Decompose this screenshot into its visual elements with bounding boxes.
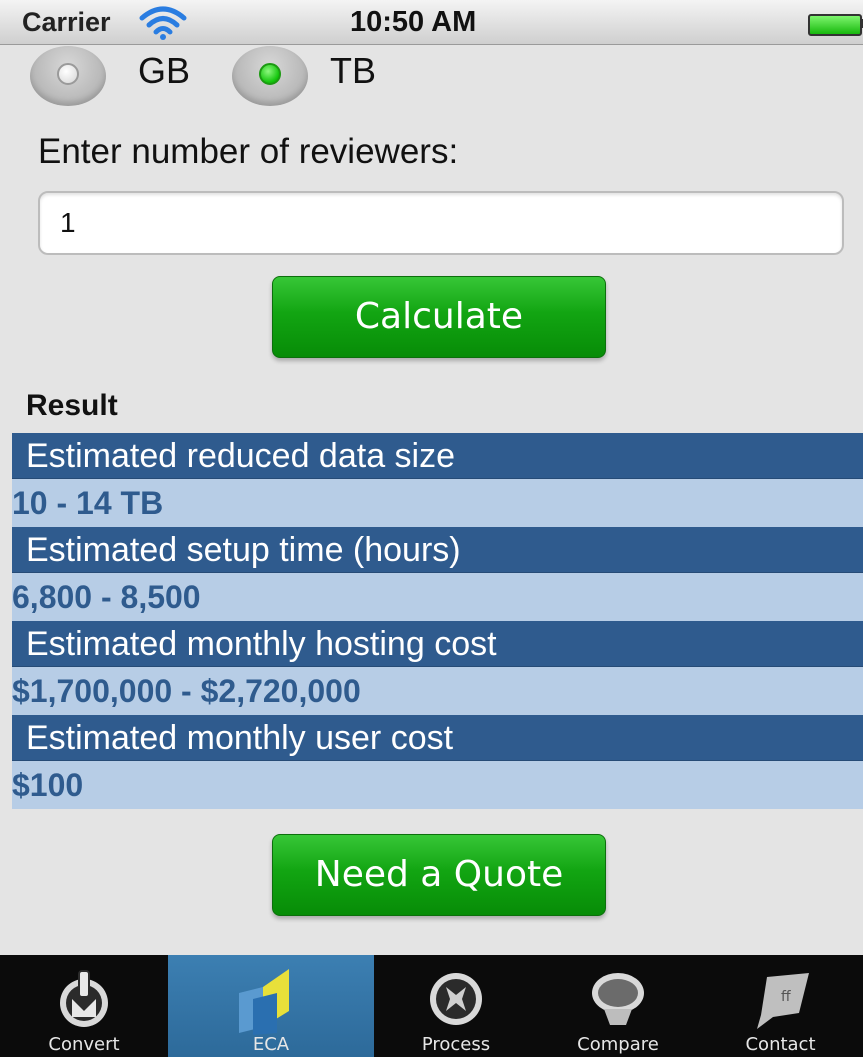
speech-bubble-icon: ff [756, 973, 809, 1029]
battery-icon [808, 14, 862, 36]
tab-label-eca: ECA [252, 1034, 290, 1055]
tab-contact[interactable]: ff Contact [698, 955, 863, 1057]
tab-compare[interactable]: Compare [538, 955, 698, 1057]
status-time: 10:50 AM [350, 6, 477, 38]
tab-label-process: Process [421, 1034, 491, 1055]
tab-label-convert: Convert [48, 1034, 120, 1055]
tab-convert[interactable]: Convert [0, 955, 168, 1057]
result-list: Estimated reduced data size 10 - 14 TB E… [12, 433, 863, 809]
svg-text:ff: ff [781, 989, 791, 1005]
tab-eca[interactable]: ECA [168, 955, 374, 1057]
status-bar: Carrier 10:50 AM [0, 0, 863, 45]
result-label-setup-time: Estimated setup time (hours) [12, 527, 863, 573]
tab-label-compare: Compare [577, 1034, 659, 1055]
reviewers-input[interactable] [38, 191, 844, 255]
tab-bar: Convert ECA Process Compare ff Contact [0, 955, 863, 1057]
result-label-data-size: Estimated reduced data size [12, 433, 863, 479]
radio-label-gb: GB [138, 50, 191, 91]
process-icon [430, 973, 482, 1025]
result-value-setup-time: 6,800 - 8,500 [12, 573, 863, 621]
radio-button-gb[interactable] [30, 46, 106, 106]
folders-icon [239, 969, 289, 1035]
radio-indicator-tb [259, 63, 281, 85]
compare-icon [592, 973, 644, 1025]
reviewers-prompt: Enter number of reviewers: [38, 132, 459, 171]
app-screen: Carrier 10:50 AM GB TB Enter number of r… [0, 0, 863, 1057]
power-icon [60, 970, 108, 1027]
radio-indicator-gb [57, 63, 79, 85]
unit-option-gb[interactable]: GB [30, 46, 210, 106]
result-label-user-cost: Estimated monthly user cost [12, 715, 863, 761]
result-value-hosting-cost: $1,700,000 - $2,720,000 [12, 667, 863, 715]
calculate-button[interactable]: Calculate [272, 276, 606, 358]
wifi-icon [139, 6, 187, 40]
radio-label-tb: TB [330, 50, 377, 91]
carrier-label: Carrier [22, 7, 111, 37]
unit-option-tb[interactable]: TB [232, 46, 412, 106]
result-value-user-cost: $100 [12, 761, 863, 809]
result-value-data-size: 10 - 14 TB [12, 479, 863, 527]
radio-button-tb[interactable] [232, 46, 308, 106]
result-label-hosting-cost: Estimated monthly hosting cost [12, 621, 863, 667]
tab-process[interactable]: Process [374, 955, 538, 1057]
result-title: Result [26, 389, 118, 422]
need-quote-button[interactable]: Need a Quote [272, 834, 606, 916]
tab-label-contact: Contact [745, 1034, 816, 1055]
